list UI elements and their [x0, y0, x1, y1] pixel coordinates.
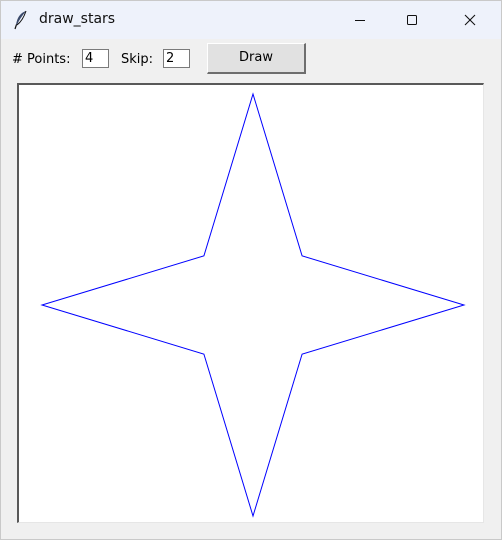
minimize-icon — [355, 20, 365, 21]
points-label: # Points: — [12, 52, 71, 67]
star-canvas-svg — [40, 92, 466, 518]
maximize-button[interactable] — [389, 1, 435, 39]
app-window: draw_stars # Points: 4 Skip: 2 Draw — [0, 0, 502, 540]
toolbar: # Points: 4 Skip: 2 Draw — [1, 39, 501, 81]
title-bar[interactable]: draw_stars — [1, 1, 501, 39]
drawing-canvas[interactable] — [17, 83, 484, 523]
points-input[interactable]: 4 — [82, 49, 109, 68]
close-button[interactable] — [447, 1, 493, 39]
maximize-icon — [407, 15, 417, 25]
close-icon — [464, 14, 476, 26]
skip-input[interactable]: 2 — [163, 49, 190, 68]
skip-label: Skip: — [121, 52, 154, 67]
window-title: draw_stars — [39, 11, 116, 27]
minimize-button[interactable] — [337, 1, 383, 39]
draw-button[interactable]: Draw — [207, 43, 306, 74]
feather-icon — [14, 10, 27, 30]
star-shape — [40, 92, 466, 518]
